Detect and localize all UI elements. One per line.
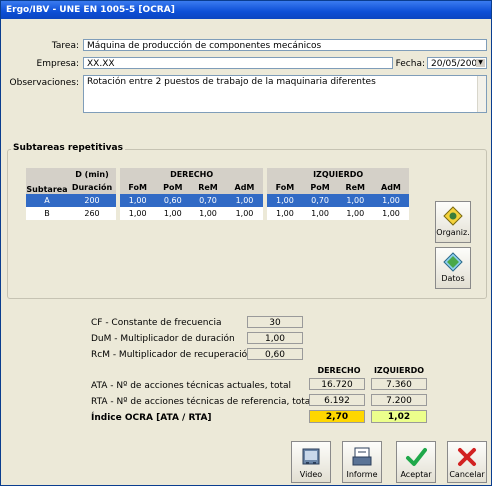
results-header-derecho: DERECHO	[317, 366, 361, 375]
ata-izquierdo-value: 7.360	[371, 378, 427, 390]
cell-adm-izq: 1,00	[372, 194, 409, 207]
cell-adm-izq: 1,00	[372, 207, 409, 220]
cell-rem-izq: 1,00	[337, 194, 373, 207]
cell-adm-der: 1,00	[225, 207, 266, 220]
empresa-label: Empresa:	[36, 59, 79, 69]
rta-derecho-value: 6.192	[309, 394, 365, 406]
col-header-pom-izq: PoM	[310, 183, 330, 192]
datos-label: Datos	[441, 274, 465, 283]
col-header-fom-der: FoM	[115, 181, 156, 194]
tarea-label: Tarea:	[51, 41, 79, 51]
cell-fom-izq: 1,00	[263, 207, 303, 220]
cell-rem-der: 1,00	[190, 207, 226, 220]
col-header-subtarea: Subtarea	[26, 185, 68, 194]
results-header-izquierdo: IZQUIERDO	[373, 366, 425, 375]
col-header-derecho: DERECHO	[115, 168, 266, 181]
fecha-label: Fecha:	[395, 59, 425, 69]
col-header-adm-der: AdM	[234, 183, 255, 192]
aceptar-button[interactable]: Aceptar	[396, 441, 436, 483]
informe-label: Informe	[346, 470, 378, 479]
cell-rem-der: 0,70	[190, 194, 226, 207]
subtareas-table: Subtarea D (min) DERECHO IZQUIERDO Durac…	[26, 168, 409, 220]
aceptar-label: Aceptar	[400, 470, 432, 479]
organiz-label: Organiz.	[436, 228, 470, 237]
dum-value: 1,00	[247, 332, 303, 344]
col-header-fom-izq: FoM	[263, 181, 303, 194]
cell-adm-der: 1,00	[225, 194, 266, 207]
video-label: Video	[299, 470, 323, 479]
observaciones-text: Rotación entre 2 puestos de trabajo de l…	[87, 77, 376, 87]
checkmark-icon	[406, 448, 427, 466]
cell-duracion: 260	[68, 207, 118, 220]
col-header-rem-der: ReM	[198, 183, 218, 192]
subtareas-title: Subtareas repetitivas	[11, 143, 125, 153]
col-header-pom-der: PoM	[163, 183, 183, 192]
cell-subtarea: B	[26, 207, 68, 220]
observaciones-label: Observaciones:	[9, 78, 79, 88]
ata-label: ATA - Nº de acciones técnicas actuales, …	[91, 381, 292, 391]
col-header-duracion: Duración	[71, 183, 113, 192]
col-header-adm-izq: AdM	[381, 183, 401, 192]
cell-fom-der: 1,00	[115, 194, 156, 207]
ocra-derecho-value: 2,70	[309, 410, 365, 423]
cancel-x-icon	[458, 448, 476, 466]
window-title: Ergo/IBV - UNE EN 1005-5 [OCRA]	[1, 1, 491, 19]
table-row[interactable]: A 200 1,00 0,60 0,70 1,00 1,00 0,70 1,00…	[26, 194, 409, 207]
video-button[interactable]: Video	[291, 441, 331, 483]
cell-duracion: 200	[68, 194, 118, 207]
cell-fom-der: 1,00	[115, 207, 156, 220]
empresa-field[interactable]: XX.XX	[83, 57, 393, 69]
cell-pom-der: 0,60	[155, 194, 191, 207]
ocra-index-label: Índice OCRA [ATA / RTA]	[91, 413, 212, 423]
fecha-picker[interactable]: 20/05/2009 ▼	[427, 57, 487, 69]
observaciones-field[interactable]: Rotación entre 2 puestos de trabajo de l…	[83, 75, 487, 113]
organiz-button[interactable]: Organiz.	[435, 201, 471, 243]
ocra-window: Ergo/IBV - UNE EN 1005-5 [OCRA] Tarea: M…	[0, 0, 492, 486]
cell-subtarea: A	[26, 194, 68, 207]
cancelar-button[interactable]: Cancelar	[447, 441, 487, 483]
scrollbar[interactable]	[477, 76, 486, 112]
organize-icon	[443, 206, 463, 226]
cancelar-label: Cancelar	[449, 470, 485, 479]
cell-rem-izq: 1,00	[337, 207, 373, 220]
cell-pom-der: 1,00	[155, 207, 191, 220]
chevron-down-icon[interactable]: ▼	[476, 59, 485, 67]
cf-value: 30	[247, 316, 303, 328]
col-header-izquierdo: IZQUIERDO	[263, 168, 409, 181]
rta-izquierdo-value: 7.200	[371, 394, 427, 406]
report-icon	[352, 447, 372, 466]
datos-button[interactable]: Datos	[435, 247, 471, 289]
video-icon	[302, 448, 320, 465]
ocra-izquierdo-value: 1,02	[371, 410, 427, 423]
ata-derecho-value: 16.720	[309, 378, 365, 390]
cell-fom-izq: 1,00	[263, 194, 303, 207]
data-icon	[443, 252, 463, 272]
cf-label: CF - Constante de frecuencia	[91, 318, 222, 328]
col-header-d-min: D (min)	[75, 170, 109, 179]
dum-label: DuM - Multiplicador de duración	[91, 334, 235, 344]
table-row[interactable]: B 260 1,00 1,00 1,00 1,00 1,00 1,00 1,00…	[26, 207, 409, 220]
rcm-value: 0,60	[247, 348, 303, 360]
rta-label: RTA - Nº de acciones técnicas de referen…	[91, 397, 313, 407]
cell-pom-izq: 0,70	[302, 194, 338, 207]
informe-button[interactable]: Informe	[342, 441, 382, 483]
cell-pom-izq: 1,00	[302, 207, 338, 220]
tarea-field[interactable]: Máquina de producción de componentes mec…	[83, 39, 487, 51]
rcm-label: RcM - Multiplicador de recuperación	[91, 350, 253, 360]
col-header-rem-izq: ReM	[345, 183, 366, 192]
